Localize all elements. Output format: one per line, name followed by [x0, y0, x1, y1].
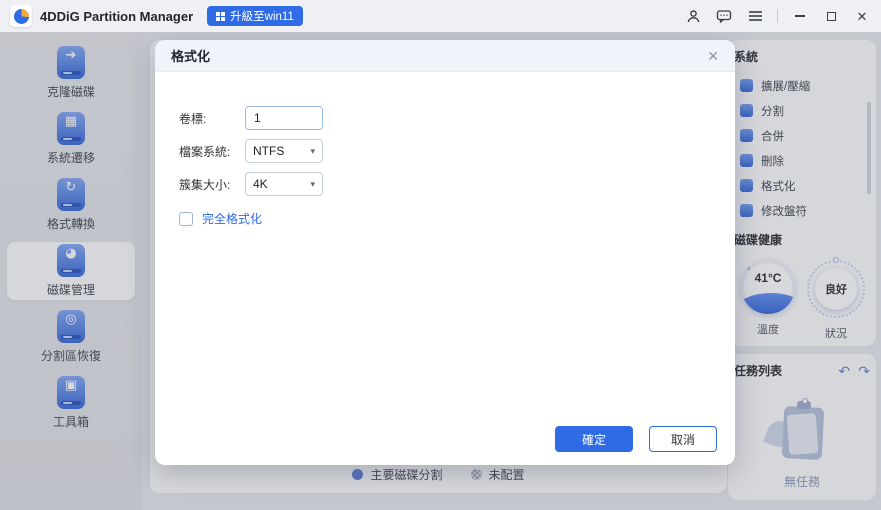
full-format-checkbox[interactable]: [179, 211, 193, 226]
dialog-title: 格式化: [171, 49, 211, 64]
volume-label-row: 卷標:: [179, 106, 323, 130]
feedback-button[interactable]: [715, 7, 733, 25]
cluster-size-value: 4K: [253, 177, 268, 191]
minimize-button[interactable]: [791, 7, 809, 25]
file-system-label: 檔案系統:: [179, 144, 231, 159]
cluster-size-label: 簇集大小:: [179, 177, 231, 192]
hamburger-menu-icon: [748, 11, 762, 21]
cluster-size-row: 簇集大小: 4K ▾: [179, 172, 323, 196]
full-format-row: 完全格式化: [179, 210, 262, 227]
titlebar: 4DDiG Partition Manager 升級至win11 ✕: [0, 0, 881, 32]
cluster-size-select[interactable]: 4K ▾: [245, 172, 323, 196]
logo-pie-icon: [13, 8, 29, 24]
dialog-footer: 確定 取消: [555, 426, 717, 452]
chevron-down-icon: ▾: [310, 178, 315, 189]
dialog-close-button[interactable]: ✕: [707, 49, 719, 63]
file-system-row: 檔案系統: NTFS ▾: [179, 139, 323, 163]
volume-label-input[interactable]: [245, 106, 323, 130]
minimize-icon: [795, 15, 805, 17]
file-system-value: NTFS: [253, 144, 285, 158]
menu-button[interactable]: [746, 7, 764, 25]
close-window-button[interactable]: ✕: [853, 7, 871, 25]
confirm-button[interactable]: 確定: [555, 426, 633, 452]
account-button[interactable]: [684, 7, 702, 25]
content-area: ➔ 克隆磁碟 ▦ 系統遷移 ↻ 格式轉換 ◕ 磁碟管理 ◎ 分割區恢復 ▣ 工具…: [0, 32, 881, 510]
app-logo: [10, 5, 32, 27]
chat-bubble-icon: [716, 9, 732, 23]
chevron-down-icon: ▾: [310, 145, 315, 156]
volume-label-label: 卷標:: [179, 111, 207, 126]
close-icon: ✕: [707, 47, 719, 64]
dialog-header: 格式化 ✕: [155, 40, 735, 72]
close-icon: ✕: [856, 8, 868, 24]
upgrade-button-label: 升級至win11: [230, 11, 294, 23]
windows-icon: [216, 11, 226, 21]
upgrade-to-win11-button[interactable]: 升級至win11: [207, 6, 303, 26]
titlebar-divider: [777, 9, 778, 23]
app-title: 4DDiG Partition Manager: [40, 8, 194, 24]
file-system-select[interactable]: NTFS ▾: [245, 139, 323, 163]
person-icon: [687, 9, 699, 22]
maximize-button[interactable]: [822, 7, 840, 25]
format-dialog: 格式化 ✕ 卷標: 檔案系統: NTFS ▾ 簇集大小: 4K ▾ 完全格式化: [155, 40, 735, 465]
maximize-icon: [826, 11, 836, 21]
full-format-label[interactable]: 完全格式化: [202, 210, 262, 227]
cancel-button[interactable]: 取消: [649, 426, 717, 452]
